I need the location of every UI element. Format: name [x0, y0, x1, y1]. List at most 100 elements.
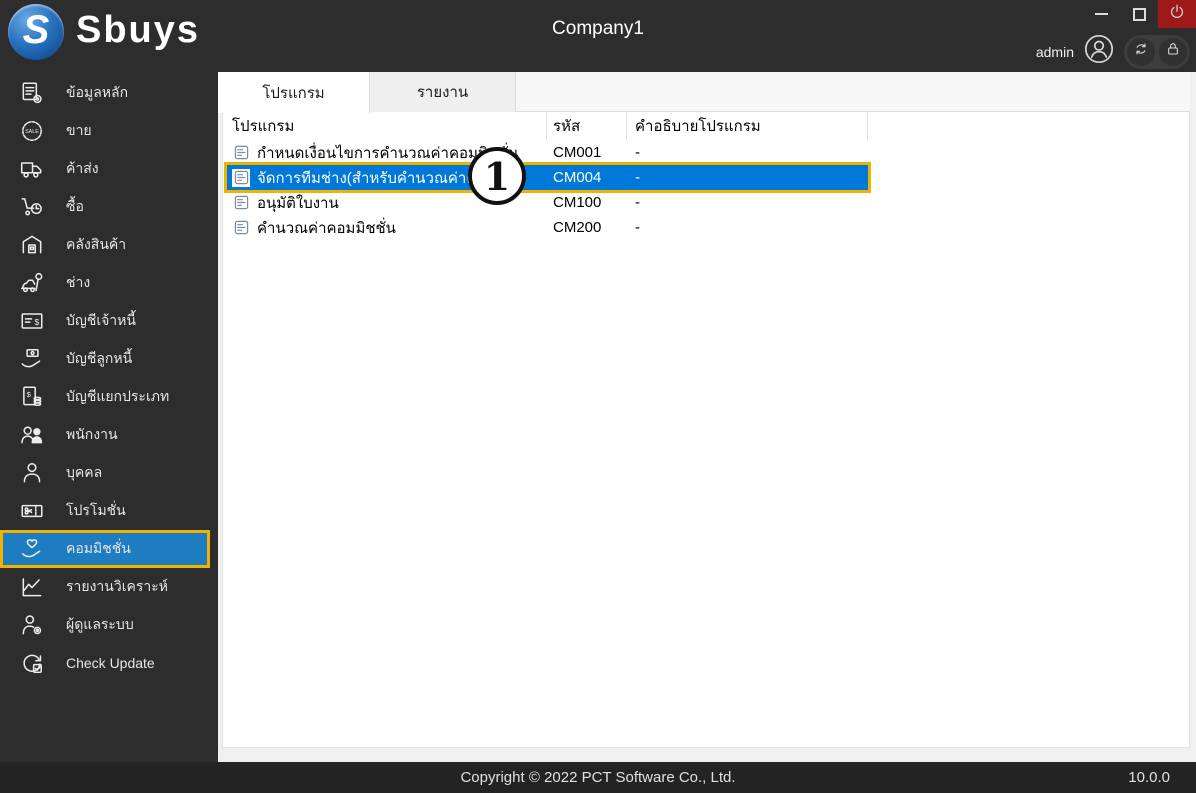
car-wrench-icon	[16, 267, 48, 299]
sidebar-item-promotion[interactable]: โปรโมชั่น	[0, 492, 218, 530]
table-header: โปรแกรม รหัส คำอธิบายโปรแกรม	[227, 112, 868, 140]
sidebar-item-label: ผู้ดูแลระบบ	[66, 616, 134, 632]
sidebar-item-label: ขาย	[66, 122, 92, 138]
sidebar-item-sales[interactable]: SALE ขาย	[0, 112, 218, 150]
quick-actions	[1124, 34, 1190, 69]
refresh-icon	[1133, 41, 1149, 62]
user-avatar[interactable]	[1084, 34, 1114, 69]
sidebar-item-master-data[interactable]: ข้อมูลหลัก	[0, 74, 218, 112]
sidebar-item-label: Check Update	[66, 655, 155, 671]
program-name: อนุมัติใบงาน	[257, 194, 339, 212]
sidebar-item-label: ซื้อ	[66, 198, 84, 214]
program-form-icon	[232, 168, 250, 187]
coupon-icon	[16, 495, 48, 527]
svg-text:SALE: SALE	[25, 129, 39, 135]
tab-reports[interactable]: รายงาน	[370, 72, 516, 112]
sidebar-item-commission[interactable]: คอมมิชชั่น	[0, 530, 210, 568]
sidebar-item-analysis-report[interactable]: รายงานวิเคราะห์	[0, 568, 218, 606]
program-description: -	[635, 144, 640, 161]
minimize-icon	[1094, 13, 1108, 15]
copyright-text: Copyright © 2022 PCT Software Co., Ltd.	[460, 769, 736, 786]
sidebar-item-administrator[interactable]: ผู้ดูแลระบบ	[0, 606, 218, 644]
program-description: -	[635, 194, 640, 211]
power-close-button[interactable]	[1158, 0, 1196, 28]
svg-text:$: $	[27, 390, 32, 399]
svg-text:$: $	[34, 317, 39, 327]
sidebar-item-purchase[interactable]: ซื้อ	[0, 188, 218, 226]
logo-icon: S	[8, 4, 64, 60]
sidebar-nav: ข้อมูลหลัก SALE ขาย ค้าส่ง ซื้อ คลังสินค…	[0, 72, 218, 762]
program-code: CM100	[553, 194, 602, 211]
warehouse-icon	[16, 229, 48, 261]
hand-heart-icon	[16, 533, 48, 565]
app-window: S Sbuys Company1 admin ข้อมูลหลัก SALE ข…	[0, 0, 1196, 793]
sidebar-item-person[interactable]: บุคคล	[0, 454, 218, 492]
logo-text: Sbuys	[76, 8, 201, 51]
tab-programs[interactable]: โปรแกรม	[218, 72, 370, 113]
sidebar-item-label: บัญชีแยกประเภท	[66, 388, 170, 404]
sidebar-item-label: บัญชีเจ้าหนี้	[66, 312, 136, 328]
power-icon	[1168, 3, 1186, 26]
logo-initial: S	[22, 8, 50, 52]
ledger-icon: $	[16, 381, 48, 413]
employees-icon	[16, 419, 48, 451]
lock-button[interactable]	[1159, 37, 1187, 66]
refresh-button[interactable]	[1127, 37, 1155, 66]
sidebar-item-wholesale[interactable]: ค้าส่ง	[0, 150, 218, 188]
sidebar-item-employees[interactable]: พนักงาน	[0, 416, 218, 454]
sidebar-item-check-update[interactable]: Check Update	[0, 644, 218, 682]
sidebar-item-label: ช่าง	[66, 274, 91, 290]
maximize-icon	[1132, 7, 1146, 21]
sidebar-item-label: ข้อมูลหลัก	[66, 84, 129, 100]
table-row[interactable]: อนุมัติใบงาน CM100 -	[227, 190, 868, 215]
status-bar: Copyright © 2022 PCT Software Co., Ltd. …	[0, 762, 1196, 793]
table-row[interactable]: กำหนดเงื่อนไขการคำนวณค่าคอมมิชชั่น CM001…	[227, 140, 868, 165]
main-content: โปรแกรม รายงาน โปรแกรม รหัส คำอธิบายโปรแ…	[218, 72, 1196, 762]
cart-clock-icon	[16, 191, 48, 223]
program-form-icon	[232, 193, 250, 212]
program-description: -	[635, 169, 640, 186]
program-code: CM004	[553, 169, 602, 186]
username-label: admin	[1035, 43, 1074, 60]
user-area: admin	[1036, 34, 1190, 69]
sidebar-item-accounts-receivable[interactable]: บัญชีลูกหนี้	[0, 340, 218, 378]
chart-icon	[16, 571, 48, 603]
person-icon	[16, 457, 48, 489]
invoice-dollar-icon: $	[16, 305, 48, 337]
master-data-icon	[16, 77, 48, 109]
truck-icon	[16, 153, 48, 185]
sidebar-item-label: รายงานวิเคราะห์	[66, 578, 168, 594]
sidebar-item-label: คลังสินค้า	[66, 236, 127, 252]
sidebar-item-label: บุคคล	[66, 464, 103, 480]
program-code: CM200	[553, 219, 602, 236]
annotation-step-1: 1	[468, 147, 526, 205]
window-title: Company1	[552, 18, 644, 39]
column-header-description[interactable]: คำอธิบายโปรแกรม	[627, 112, 868, 140]
lock-icon	[1165, 41, 1181, 62]
sidebar-item-general-ledger[interactable]: $ บัญชีแยกประเภท	[0, 378, 218, 416]
version-label: 10.0.0	[1128, 769, 1170, 786]
sidebar-item-warehouse[interactable]: คลังสินค้า	[0, 226, 218, 264]
sidebar-item-accounts-payable[interactable]: $ บัญชีเจ้าหนี้	[0, 302, 218, 340]
column-header-program[interactable]: โปรแกรม	[227, 112, 547, 140]
sidebar-item-technician[interactable]: ช่าง	[0, 264, 218, 302]
table-row-selected[interactable]: จัดการทีมช่าง(สำหรับคำนวณค่าคอม... CM004…	[224, 162, 871, 193]
sidebar-item-label: บัญชีลูกหนี้	[66, 350, 133, 366]
title-bar: S Sbuys Company1 admin	[0, 0, 1196, 72]
tab-bar: โปรแกรม รายงาน	[218, 72, 1190, 113]
table-row[interactable]: คำนวณค่าคอมมิชชั่น CM200 -	[227, 215, 868, 240]
sidebar-item-label: ค้าส่ง	[66, 160, 99, 176]
sale-badge-icon: SALE	[16, 115, 48, 147]
hand-money-icon	[16, 343, 48, 375]
program-name: คำนวณค่าคอมมิชชั่น	[257, 219, 396, 237]
minimize-button[interactable]	[1082, 0, 1120, 28]
update-icon	[16, 647, 48, 679]
program-description: -	[635, 219, 640, 236]
column-header-code[interactable]: รหัส	[547, 112, 627, 140]
window-controls	[1082, 0, 1196, 28]
app-logo: S Sbuys	[8, 4, 200, 60]
maximize-button[interactable]	[1120, 0, 1158, 28]
sidebar-item-label: โปรโมชั่น	[66, 502, 126, 518]
admin-gear-icon	[16, 609, 48, 641]
program-form-icon	[232, 218, 250, 237]
